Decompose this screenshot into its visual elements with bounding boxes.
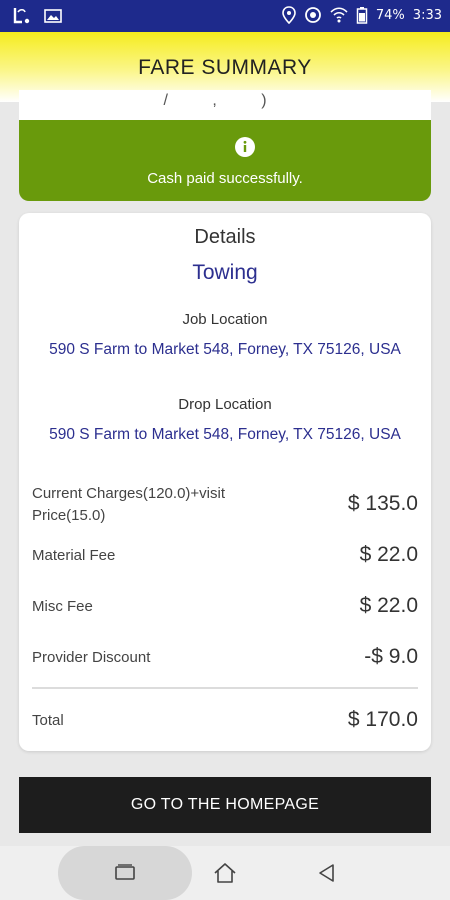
page-title: FARE SUMMARY xyxy=(138,56,312,79)
charge-value: -$ 9.0 xyxy=(364,645,418,668)
drop-location-address: 590 S Farm to Market 548, Forney, TX 751… xyxy=(49,426,401,443)
wifi-icon xyxy=(330,7,348,23)
app-logo-icon xyxy=(10,6,32,26)
charge-label: Material Fee xyxy=(32,547,116,564)
job-location-address: 590 S Farm to Market 548, Forney, TX 751… xyxy=(49,341,401,358)
navigation-bar xyxy=(0,846,450,900)
service-type: Towing xyxy=(192,261,258,284)
job-location-label: Job Location xyxy=(182,311,268,328)
clipped-text: / , ) xyxy=(163,92,287,109)
hotspot-icon xyxy=(304,6,322,24)
clock: 3:33 xyxy=(412,7,442,23)
details-card: Details Towing Job Location 590 S Farm t… xyxy=(19,213,431,751)
image-icon xyxy=(44,8,62,24)
status-bar: 74% 3:33 xyxy=(0,0,450,32)
details-heading: Details xyxy=(194,226,256,248)
battery-icon xyxy=(356,6,368,24)
divider xyxy=(32,687,418,689)
total-label: Total xyxy=(32,712,64,729)
total-value: $ 170.0 xyxy=(347,708,418,731)
charge-value: $ 22.0 xyxy=(359,594,418,617)
charge-label: Misc Fee xyxy=(32,598,93,615)
drop-location-label: Drop Location xyxy=(178,396,272,413)
battery-percent: 74% xyxy=(375,7,405,23)
charge-label: Provider Discount xyxy=(32,649,151,666)
charge-label: Current Charges(120.0)+visit Price(15.0) xyxy=(32,485,226,524)
back-icon[interactable] xyxy=(314,860,340,886)
charge-value: $ 135.0 xyxy=(347,492,418,515)
charge-value: $ 22.0 xyxy=(359,543,418,566)
info-icon xyxy=(235,137,255,157)
success-banner: Cash paid successfully. xyxy=(19,120,431,201)
location-icon xyxy=(282,6,296,24)
recent-apps-icon[interactable] xyxy=(112,860,138,886)
go-to-homepage-button[interactable]: GO TO THE HOMEPAGE xyxy=(19,777,431,833)
home-icon[interactable] xyxy=(212,860,238,886)
success-message: Cash paid successfully. xyxy=(147,170,303,187)
